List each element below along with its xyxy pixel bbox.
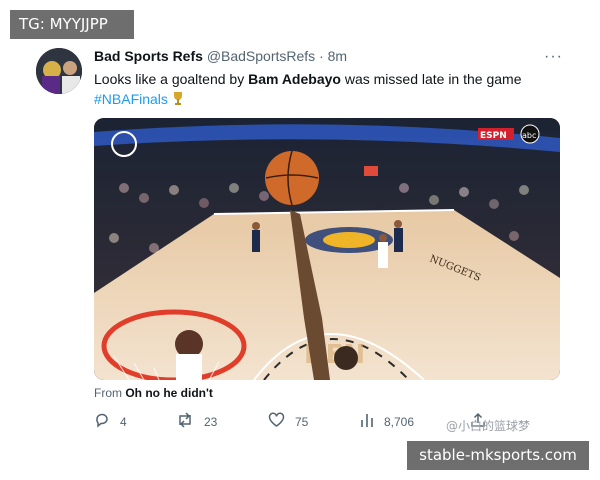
tweet-header: Bad Sports Refs @BadSportsRefs · 8m bbox=[94, 48, 347, 64]
tweet-card[interactable]: Bad Sports Refs @BadSportsRefs · 8m ··· … bbox=[0, 40, 600, 480]
weibo-watermark: @小白的篮球梦 bbox=[446, 419, 531, 433]
reply-icon bbox=[94, 412, 110, 431]
video-source: From Oh no he didn't bbox=[94, 386, 213, 400]
telegram-watermark: TG: MYYJJPP bbox=[10, 10, 134, 39]
reply-count: 4 bbox=[120, 414, 127, 429]
more-options-button[interactable]: ··· bbox=[544, 48, 563, 66]
from-source-link[interactable]: Oh no he didn't bbox=[125, 386, 213, 400]
like-count: 75 bbox=[295, 414, 309, 429]
author-handle[interactable]: @BadSportsRefs bbox=[207, 48, 315, 64]
hashtag-link[interactable]: #NBAFinals bbox=[94, 91, 168, 107]
timestamp[interactable]: 8m bbox=[328, 48, 347, 64]
separator-dot: · bbox=[319, 48, 324, 64]
trophy-icon bbox=[172, 91, 184, 111]
bar-chart-icon bbox=[360, 412, 374, 431]
abc-logo-text: abc bbox=[522, 131, 536, 140]
author-name[interactable]: Bad Sports Refs bbox=[94, 48, 203, 64]
tweet-video[interactable]: NUGGETS DEN ESPN abc bbox=[94, 118, 560, 380]
tweet-text: Looks like a goaltend by Bam Adebayo was… bbox=[94, 69, 564, 111]
reply-button[interactable]: 4 bbox=[94, 412, 127, 431]
tweet-text-bold: Bam Adebayo bbox=[248, 71, 341, 87]
tweet-text-suffix: was missed late in the game bbox=[340, 71, 522, 87]
views-button[interactable]: 8,706 bbox=[360, 412, 414, 431]
avatar[interactable] bbox=[36, 48, 82, 94]
retweet-count: 23 bbox=[204, 414, 218, 429]
avatar-image bbox=[36, 48, 82, 94]
site-watermark: stable-mksports.com bbox=[407, 441, 589, 470]
retweet-button[interactable]: 23 bbox=[176, 412, 217, 431]
espn-logo-text: ESPN bbox=[480, 131, 507, 141]
like-button[interactable]: 75 bbox=[268, 412, 308, 431]
heart-icon bbox=[268, 412, 285, 431]
from-prefix: From bbox=[94, 386, 126, 400]
tweet-text-prefix: Looks like a goaltend by bbox=[94, 71, 249, 87]
view-count: 8,706 bbox=[384, 414, 415, 429]
retweet-icon bbox=[176, 412, 194, 431]
